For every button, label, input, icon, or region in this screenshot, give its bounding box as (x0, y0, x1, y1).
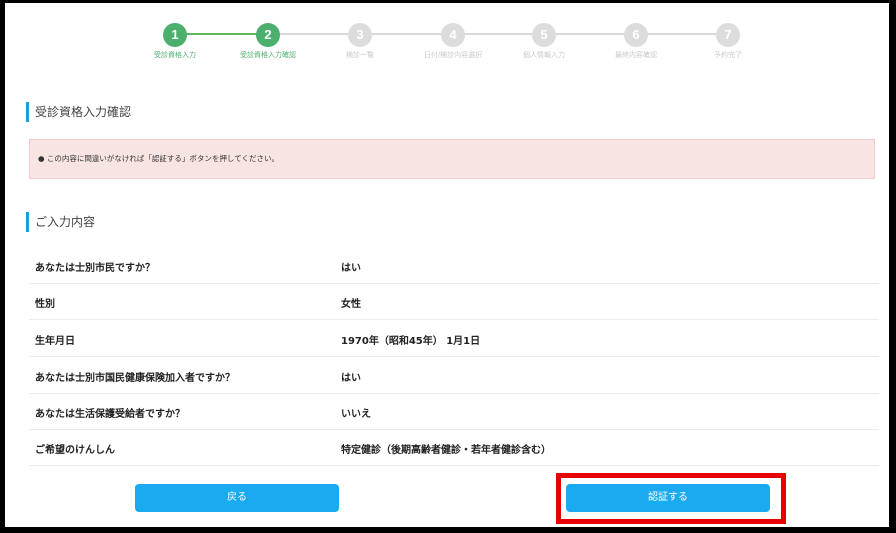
step-2: 2 受診資格入力確認 (223, 23, 313, 60)
row-answer: 1970年（昭和45年） 1月1日 (341, 336, 481, 347)
step-label: 受診資格入力確認 (240, 51, 296, 59)
row-answer: はい (341, 373, 361, 384)
step-4: 4 日付/検診内容選択 (408, 23, 498, 60)
step-number: 5 (532, 23, 556, 47)
step-label: 最終内容確認 (615, 51, 657, 59)
progress-stepper: 1 受診資格入力 2 受診資格入力確認 3 検診一覧 4 日付/検診内容選択 5… (5, 17, 889, 67)
row-answer: 特定健診（後期高齢者健診・若年者健診含む） (341, 445, 551, 456)
table-row: あなたは士別市民ですか？ はい (29, 248, 879, 284)
step-number: 1 (163, 23, 187, 47)
step-6: 6 最終内容確認 (591, 23, 681, 60)
page-frame: 1 受診資格入力 2 受診資格入力確認 3 検診一覧 4 日付/検診内容選択 5… (5, 3, 889, 527)
step-7: 7 予約完了 (683, 23, 773, 60)
step-label: 日付/検診内容選択 (423, 51, 483, 59)
input-section-title: ご入力内容 (26, 212, 95, 232)
row-question: あなたは生活保護受給者ですか？ (35, 409, 185, 420)
row-question: 性別 (35, 299, 55, 310)
step-5: 5 個人情報入力 (499, 23, 589, 60)
table-row: 性別 女性 (29, 284, 879, 320)
row-question: あなたは士別市国民健康保険加入者ですか？ (35, 373, 235, 384)
table-row: あなたは生活保護受給者ですか？ いいえ (29, 394, 879, 430)
row-question: あなたは士別市民ですか？ (35, 263, 155, 274)
section-title: 受診資格入力確認 (26, 102, 131, 122)
step-label: 受診資格入力 (154, 51, 196, 59)
step-number: 4 (441, 23, 465, 47)
step-number: 7 (716, 23, 740, 47)
step-3: 3 検診一覧 (315, 23, 405, 60)
step-1: 1 受診資格入力 (130, 23, 220, 60)
row-answer: いいえ (341, 409, 371, 420)
row-answer: はい (341, 263, 361, 274)
step-label: 予約完了 (714, 51, 742, 59)
back-button[interactable]: 戻る (135, 484, 339, 512)
step-number: 6 (624, 23, 648, 47)
row-answer: 女性 (341, 299, 361, 310)
step-label: 個人情報入力 (523, 51, 565, 59)
step-number: 3 (348, 23, 372, 47)
row-question: 生年月日 (35, 336, 75, 347)
alert-box: ● この内容に間違いがなければ「認証する」ボタンを押してください。 (29, 139, 875, 179)
table-row: 生年月日 1970年（昭和45年） 1月1日 (29, 321, 879, 357)
step-label: 検診一覧 (346, 51, 374, 59)
table-row: あなたは士別市国民健康保険加入者ですか？ はい (29, 358, 879, 394)
alert-message: ● この内容に間違いがなければ「認証する」ボタンを押してください。 (38, 154, 279, 163)
table-row: ご希望のけんしん 特定健診（後期高齢者健診・若年者健診含む） (29, 430, 879, 466)
row-question: ご希望のけんしん (35, 445, 115, 456)
confirm-button[interactable]: 認証する (566, 484, 770, 512)
step-number: 2 (256, 23, 280, 47)
